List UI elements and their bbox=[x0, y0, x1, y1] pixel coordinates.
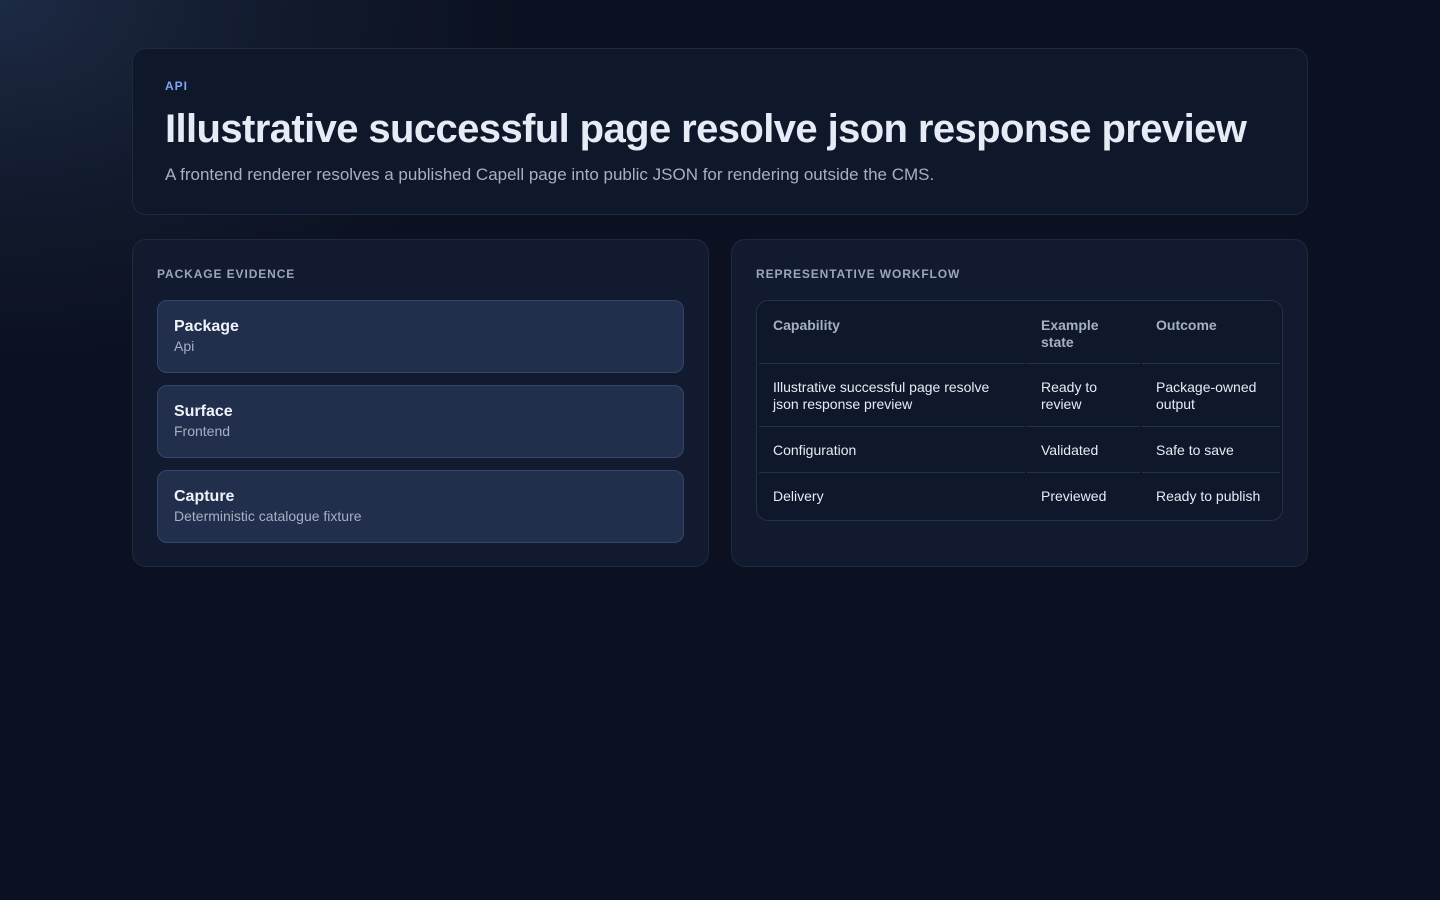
page-header-card: API Illustrative successful page resolve… bbox=[132, 48, 1308, 215]
column-header-capability: Capability bbox=[759, 303, 1025, 364]
evidence-card-surface: Surface Frontend bbox=[157, 385, 684, 458]
evidence-label: Surface bbox=[174, 403, 233, 420]
package-evidence-title: PACKAGE EVIDENCE bbox=[157, 267, 296, 281]
package-evidence-panel: PACKAGE EVIDENCE Package Api Surface Fro… bbox=[132, 239, 709, 567]
table-cell: Ready to review bbox=[1027, 366, 1140, 427]
evidence-value: Api bbox=[174, 338, 195, 354]
table-row: Delivery Previewed Ready to publish bbox=[759, 475, 1280, 518]
table-cell: Illustrative successful page resolve jso… bbox=[759, 366, 1025, 427]
column-header-outcome: Outcome bbox=[1142, 303, 1280, 364]
workflow-table-wrapper: Capability Example state Outcome Illustr… bbox=[756, 300, 1283, 521]
table-cell: Safe to save bbox=[1142, 429, 1280, 473]
evidence-card-package: Package Api bbox=[157, 300, 684, 373]
table-row: Configuration Validated Safe to save bbox=[759, 429, 1280, 473]
evidence-label: Capture bbox=[174, 488, 235, 505]
evidence-card-capture: Capture Deterministic catalogue fixture bbox=[157, 470, 684, 543]
column-header-example-state: Example state bbox=[1027, 303, 1140, 364]
evidence-value: Deterministic catalogue fixture bbox=[174, 508, 362, 524]
evidence-label: Package bbox=[174, 318, 239, 335]
workflow-table: Capability Example state Outcome Illustr… bbox=[757, 301, 1282, 520]
page-title: Illustrative successful page resolve jso… bbox=[165, 107, 1247, 151]
table-row: Illustrative successful page resolve jso… bbox=[759, 366, 1280, 427]
representative-workflow-panel: REPRESENTATIVE WORKFLOW Capability Examp… bbox=[731, 239, 1308, 567]
table-cell: Package-owned output bbox=[1142, 366, 1280, 427]
table-cell: Delivery bbox=[773, 488, 824, 504]
page-subtitle: A frontend renderer resolves a published… bbox=[165, 165, 935, 184]
table-cell: Configuration bbox=[759, 429, 1025, 473]
evidence-list: Package Api Surface Frontend Capture Det… bbox=[157, 300, 684, 543]
table-cell: Ready to publish bbox=[1156, 488, 1261, 504]
page-eyebrow: API bbox=[165, 79, 189, 93]
representative-workflow-title: REPRESENTATIVE WORKFLOW bbox=[756, 267, 961, 281]
table-cell: Previewed bbox=[1041, 488, 1107, 504]
evidence-value: Frontend bbox=[174, 423, 231, 439]
table-cell: Validated bbox=[1027, 429, 1140, 473]
table-header-row: Capability Example state Outcome bbox=[759, 303, 1280, 364]
